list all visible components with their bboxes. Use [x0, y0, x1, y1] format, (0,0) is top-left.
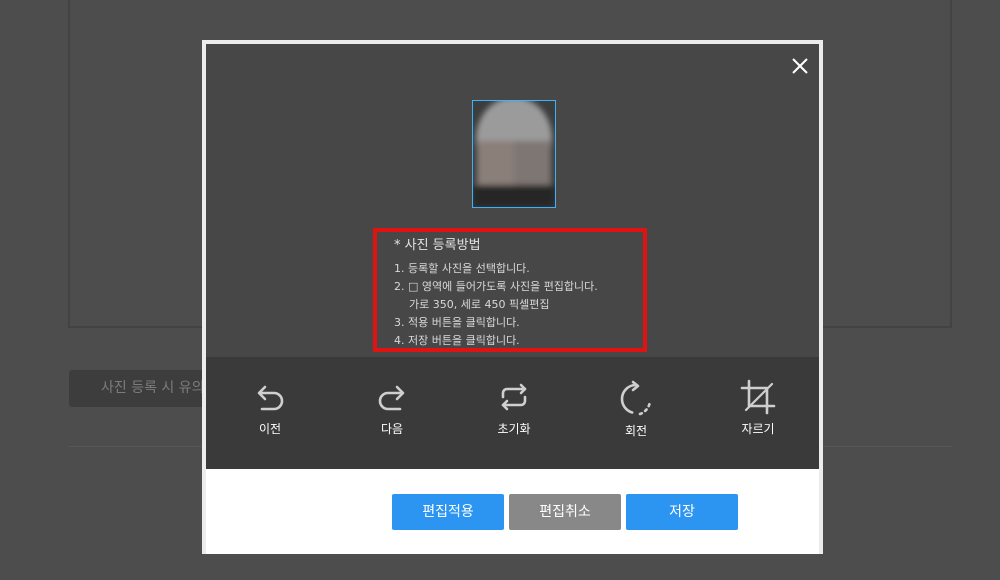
- edit-toolbar: 이전 다음 초기화 회전 자르기: [206, 357, 819, 469]
- guide-title: * 사진 등록방법: [394, 238, 481, 253]
- reset-label: 초기화: [497, 422, 531, 436]
- blurred-portrait-image: [473, 101, 555, 207]
- guide-step-detail: 가로 350, 세로 450 픽셀편집: [409, 298, 550, 311]
- apply-edit-button[interactable]: 편집적용: [392, 494, 504, 530]
- crop-label: 자르기: [741, 422, 775, 436]
- reset-icon: [501, 383, 527, 411]
- undo-label: 이전: [258, 422, 282, 436]
- rotate-icon: [620, 380, 652, 416]
- redo-tool-button[interactable]: 다음: [357, 377, 427, 437]
- undo-icon: [257, 385, 284, 411]
- redo-icon: [378, 385, 405, 411]
- guide-step: 2. □ 영역에 들어가도록 사진을 편집합니다.: [394, 280, 598, 293]
- close-button[interactable]: [789, 55, 811, 77]
- modal-actions: 편집적용 편집취소 저장: [206, 469, 819, 554]
- cancel-edit-button[interactable]: 편집취소: [509, 494, 621, 530]
- registration-guide: * 사진 등록방법 1. 등록할 사진을 선택합니다. 2. □ 영역에 들어가…: [373, 228, 647, 352]
- editor-area: * 사진 등록방법 1. 등록할 사진을 선택합니다. 2. □ 영역에 들어가…: [206, 44, 819, 357]
- redo-label: 다음: [380, 422, 404, 436]
- photo-preview[interactable]: [472, 100, 556, 208]
- save-button[interactable]: 저장: [626, 494, 738, 530]
- crop-tool-button[interactable]: 자르기: [723, 377, 793, 437]
- undo-tool-button[interactable]: 이전: [235, 377, 305, 437]
- rotate-tool-button[interactable]: 회전: [601, 379, 671, 439]
- guide-step: 4. 저장 버튼을 클릭합니다.: [394, 334, 520, 347]
- rotate-label: 회전: [624, 424, 648, 438]
- guide-step: 3. 적용 버튼을 클릭합니다.: [394, 316, 520, 329]
- reset-tool-button[interactable]: 초기화: [479, 377, 549, 437]
- close-icon: [792, 58, 808, 74]
- photo-edit-modal: * 사진 등록방법 1. 등록할 사진을 선택합니다. 2. □ 영역에 들어가…: [202, 40, 823, 554]
- crop-icon: [740, 379, 776, 415]
- guide-step: 1. 등록할 사진을 선택합니다.: [394, 262, 530, 275]
